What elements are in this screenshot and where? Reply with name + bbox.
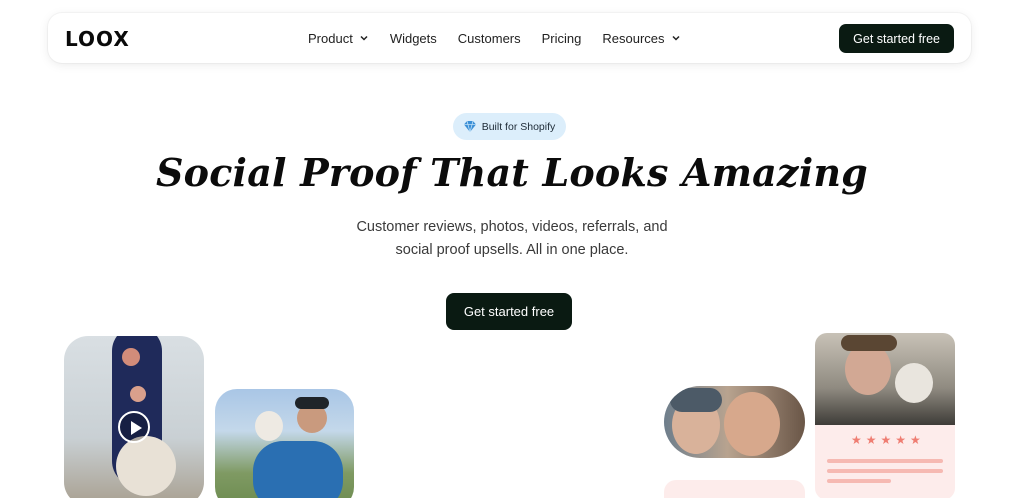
nav-item-customers[interactable]: Customers (458, 31, 521, 46)
nav-item-label: Product (308, 30, 353, 46)
nav-item-pricing[interactable]: Pricing (542, 31, 582, 46)
nav-item-label: Widgets (389, 30, 437, 46)
hero-subtitle-line: social proof upsells. All in one place. (395, 242, 629, 258)
nav-item-label: Resources (602, 30, 665, 46)
nav-item-widgets[interactable]: Widgets (390, 31, 437, 46)
top-nav: LOOX Product Widgets Customers Pricing R… (48, 13, 971, 63)
built-for-shopify-badge[interactable]: Built for Shopify (453, 113, 566, 140)
review-card-partial (664, 480, 805, 498)
customer-review-photo[interactable] (815, 333, 955, 425)
customer-video-card[interactable] (64, 336, 204, 498)
review-text-line (827, 479, 891, 483)
chevron-down-icon (360, 35, 368, 41)
pattern-dot (122, 348, 140, 366)
customer-photo-dog-card[interactable] (215, 389, 354, 498)
jacket-shape (253, 441, 343, 498)
play-icon[interactable] (118, 411, 150, 443)
loox-logo[interactable]: LOOX (65, 27, 130, 51)
review-text-line (827, 469, 943, 473)
review-text-line (827, 459, 943, 463)
beanie-shape (670, 388, 722, 412)
nav-item-resources[interactable]: Resources (602, 31, 680, 46)
customer-review-card: ★★★★★ (815, 425, 955, 498)
hat-shape (841, 335, 897, 351)
hero-get-started-button[interactable]: Get started free (446, 293, 572, 330)
nav-item-product[interactable]: Product (308, 31, 369, 46)
badge-label: Built for Shopify (481, 120, 556, 133)
star-rating-icon: ★★★★★ (851, 433, 925, 447)
nav-links: Product Widgets Customers Pricing Resour… (308, 13, 702, 63)
pattern-dot (130, 386, 146, 402)
dog-shape (255, 411, 283, 441)
cap-shape (295, 397, 329, 409)
hero-subtitle: Customer reviews, photos, videos, referr… (312, 216, 712, 262)
chevron-down-icon (672, 35, 680, 41)
dog-shape (116, 436, 176, 496)
nav-item-label: Pricing (541, 30, 582, 46)
dog-shape (895, 363, 933, 403)
hero-subtitle-line: Customer reviews, photos, videos, referr… (356, 219, 668, 235)
diamond-icon (463, 121, 476, 132)
nav-get-started-button[interactable]: Get started free (839, 24, 954, 53)
woman-face (724, 392, 780, 456)
customer-photo-selfie-card[interactable] (664, 386, 805, 458)
nav-item-label: Customers (457, 30, 521, 46)
hero-headline: Social Proof That Looks Amazing (156, 150, 868, 195)
